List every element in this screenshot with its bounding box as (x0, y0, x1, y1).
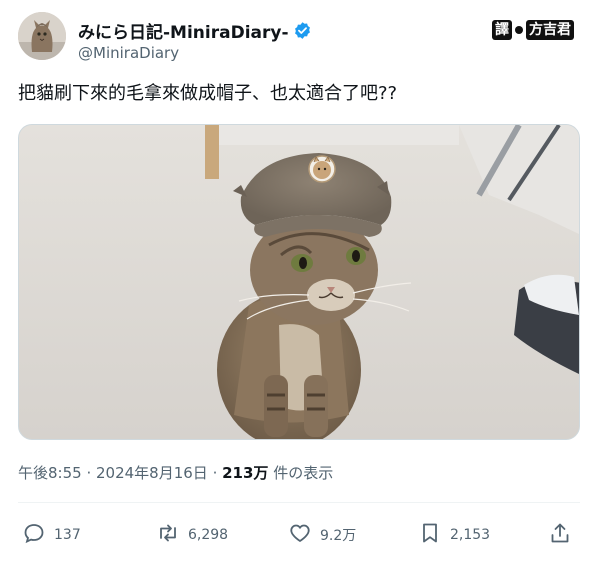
watermark-left: 譯 (492, 20, 512, 40)
avatar[interactable] (18, 12, 66, 60)
like-button[interactable]: 9.2万 (288, 518, 356, 552)
watermark: 譯 方吉君 (492, 20, 574, 40)
heart-icon (288, 521, 312, 549)
like-count: 9.2万 (320, 528, 357, 544)
reply-button[interactable]: 137 (22, 518, 81, 552)
author-display-name[interactable]: みにら日記-MiniraDiary- (78, 18, 289, 43)
author-handle[interactable]: @MiniraDiary (78, 44, 312, 62)
meta-separator: · (207, 464, 223, 482)
tweet-header: みにら日記-MiniraDiary- @MiniraDiary 譯 方吉君 (18, 12, 580, 64)
meta-separator: · (81, 464, 96, 482)
bookmark-icon (418, 521, 442, 549)
tweet-photo[interactable] (18, 124, 580, 440)
verified-badge-icon (293, 21, 312, 40)
divider (18, 502, 580, 503)
retweet-icon (156, 521, 180, 549)
share-icon (548, 521, 572, 549)
watermark-right: 方吉君 (526, 20, 574, 40)
bookmark-count: 2,153 (450, 527, 491, 543)
reply-icon (22, 521, 46, 549)
retweet-count: 6,298 (188, 527, 229, 543)
watermark-dot (515, 26, 523, 34)
views-label: 件の表示 (268, 464, 334, 482)
reply-count: 137 (54, 527, 81, 543)
retweet-button[interactable]: 6,298 (156, 518, 228, 552)
share-button[interactable] (548, 518, 572, 552)
tweet-text: 把貓刷下來的毛拿來做成帽子、也太適合了吧?? (18, 83, 398, 104)
tweet-actions: 137 6,298 9.2万 2,153 (18, 518, 580, 552)
tweet-time[interactable]: 午後8:55 (18, 464, 82, 482)
views-count[interactable]: 213万 (222, 464, 268, 482)
bookmark-button[interactable]: 2,153 (418, 518, 490, 552)
tweet-date[interactable]: 2024年8月16日 (96, 464, 208, 482)
tweet-timestamp-views: 午後8:55 · 2024年8月16日 · 213万 件の表示 (18, 462, 333, 483)
